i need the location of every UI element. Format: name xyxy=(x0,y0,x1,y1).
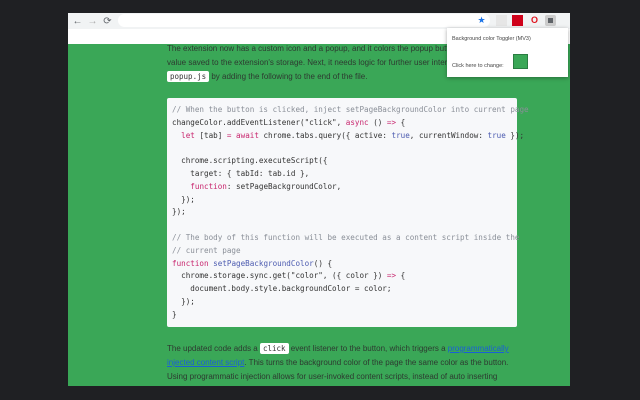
code-token: setPageBackgroundColor xyxy=(213,258,314,268)
code-token: // When the button is clicked, inject se… xyxy=(172,105,529,114)
ext-red-icon[interactable] xyxy=(512,15,523,26)
outro-text: event listener to the button, which trig… xyxy=(288,344,448,353)
code-token: chrome.scripting.executeScript({ xyxy=(172,156,328,166)
code-token: document.body.style.backgroundColor = co… xyxy=(172,284,392,294)
code-line: target: { tabId: tab.id }, xyxy=(172,168,512,181)
outro-line: injected content script. This turns the … xyxy=(167,356,509,370)
code-line: // current page xyxy=(172,245,512,258)
forward-button[interactable]: → xyxy=(85,16,100,27)
code-line: }); xyxy=(172,206,512,219)
code-token: // current page xyxy=(172,245,241,255)
back-button[interactable]: ← xyxy=(70,16,85,27)
outro-line: Using programmatic injection allows for … xyxy=(167,372,498,381)
code-token: , currentWindow: xyxy=(409,130,488,140)
popup-title: Background color Toggler (MV3) xyxy=(452,36,531,42)
code-token: true xyxy=(391,130,410,140)
code-token: }); xyxy=(505,130,525,140)
code-token: { xyxy=(396,117,406,127)
code-line: // The body of this function will be exe… xyxy=(172,232,519,245)
code-line: changeColor.addEventListener("click", as… xyxy=(172,117,512,130)
code-token: // The body of this function will be exe… xyxy=(172,232,520,242)
code-token: chrome.storage.sync.get( xyxy=(172,271,291,281)
code-token: }); xyxy=(172,207,186,217)
ext-toggler-icon[interactable] xyxy=(545,15,556,26)
code-token: async xyxy=(345,117,369,127)
code-token: let xyxy=(181,130,195,140)
bookmark-star-icon[interactable]: ★ xyxy=(476,15,487,26)
code-token: } xyxy=(172,309,177,319)
ext-grid-icon[interactable] xyxy=(496,15,507,26)
code-token: await xyxy=(236,130,259,140)
inline-code-popup-js: popup.js xyxy=(167,71,210,82)
extension-popup: Background color Toggler (MV3) Click her… xyxy=(447,28,568,77)
reload-button[interactable]: ⟳ xyxy=(100,16,115,27)
outro-line: The updated code adds a click event list… xyxy=(167,342,509,356)
code-token: => xyxy=(386,271,397,281)
popup-label: Click here to change: xyxy=(452,63,504,69)
ext-opera-icon[interactable]: O xyxy=(529,15,540,26)
code-token: , ({ color }) xyxy=(322,271,387,281)
outro-text: . This turns the background color of the… xyxy=(244,358,509,367)
code-token: }); xyxy=(172,194,195,204)
code-token: }); xyxy=(172,296,195,306)
code-token: => xyxy=(386,117,397,127)
code-token: function xyxy=(172,258,209,268)
code-token: true xyxy=(487,130,506,140)
code-token: "click" xyxy=(304,117,337,127)
outro-paragraph: The updated code adds a click event list… xyxy=(167,342,509,384)
code-token: () { xyxy=(313,258,333,268)
code-line: let [tab] = await chrome.tabs.query({ ac… xyxy=(172,130,524,143)
code-token: { xyxy=(396,271,406,281)
browser-toolbar: ← → ⟳ ★ O xyxy=(68,13,570,29)
code-line: } xyxy=(172,309,512,322)
code-token: [tab] xyxy=(194,130,227,140)
code-line: }); xyxy=(172,296,512,309)
outro-text: The updated code adds a xyxy=(167,344,260,353)
change-color-button[interactable] xyxy=(513,54,528,69)
browser-window: ← → ⟳ ★ O The extension now has a custom… xyxy=(68,13,570,386)
code-token: changeColor.addEventListener( xyxy=(172,117,305,127)
programmatic-injection-link[interactable]: programmatically xyxy=(448,344,509,353)
code-block: // When the button is clicked, inject se… xyxy=(167,98,529,327)
code-line: document.body.style.backgroundColor = co… xyxy=(172,283,512,296)
code-token: : setPageBackgroundColor, xyxy=(226,181,342,191)
code-line: function: setPageBackgroundColor, xyxy=(172,181,512,194)
code-token: "color" xyxy=(290,271,323,281)
code-line: function setPageBackgroundColor() { xyxy=(172,258,512,271)
code-token: () xyxy=(368,117,387,127)
code-token: , xyxy=(336,117,346,127)
address-bar[interactable] xyxy=(118,14,490,27)
code-line: chrome.scripting.executeScript({ xyxy=(172,155,512,168)
code-line: chrome.storage.sync.get("color", ({ colo… xyxy=(172,270,512,283)
code-token: target: { tabId: tab.id }, xyxy=(172,168,310,178)
code-token: function xyxy=(190,181,227,191)
intro-text: by adding the following to the end of th… xyxy=(209,72,368,81)
code-line: }); xyxy=(172,194,512,207)
inline-code-click: click xyxy=(259,343,289,354)
code-line: // When the button is clicked, inject se… xyxy=(172,104,529,117)
content-script-link[interactable]: injected content script xyxy=(167,358,244,367)
code-token: chrome.tabs.query({ active: xyxy=(258,130,392,140)
